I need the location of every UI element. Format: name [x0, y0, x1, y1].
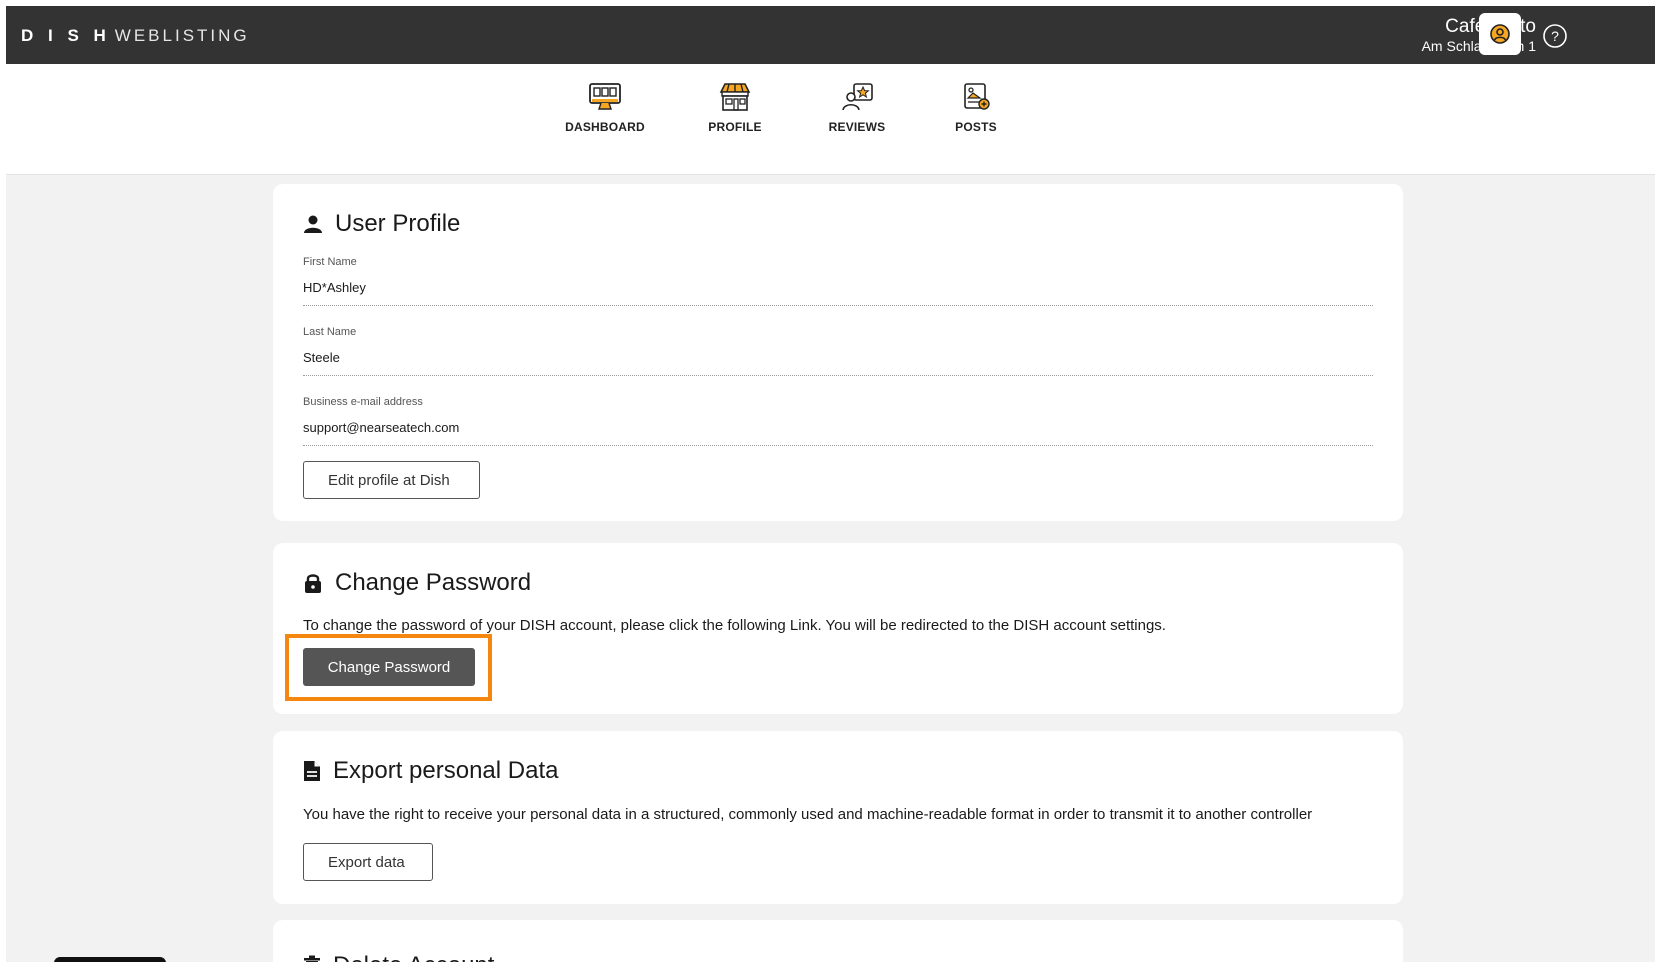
- last-name-label: Last Name: [303, 326, 357, 338]
- storefront-icon: [719, 83, 751, 111]
- brand-bold: D I S H: [21, 26, 111, 45]
- floating-widget[interactable]: [54, 957, 166, 962]
- export-data-card: Export personal Data You have the right …: [273, 731, 1403, 904]
- change-password-title: Change Password: [303, 569, 531, 597]
- delete-account-title: Delete Account: [303, 952, 494, 962]
- lock-icon: [305, 574, 321, 593]
- change-password-title-text: Change Password: [335, 569, 532, 596]
- brand-logo[interactable]: D I S H WEBLISTING: [21, 26, 250, 46]
- nav-dashboard-label: DASHBOARD: [565, 120, 645, 134]
- email-field: support@nearseatech.com: [303, 420, 1373, 446]
- nav-profile-label: PROFILE: [708, 120, 762, 134]
- document-icon: [304, 761, 320, 781]
- top-bar: D I S HWEBLISTING Cafe Porto Am Schlagba…: [6, 6, 1655, 64]
- export-data-title-text: Export personal Data: [333, 757, 559, 784]
- nav-posts-label: POSTS: [955, 120, 997, 134]
- change-password-button[interactable]: Change Password: [303, 648, 475, 686]
- first-name-label: First Name: [303, 256, 357, 268]
- post-add-icon: [964, 83, 990, 110]
- nav-profile[interactable]: PROFILE: [680, 82, 790, 134]
- nav-posts[interactable]: POSTS: [921, 82, 1031, 134]
- person-icon: [304, 215, 322, 233]
- delete-account-title-text: Delete Account: [333, 952, 494, 962]
- account-button[interactable]: [1479, 13, 1521, 55]
- trash-icon: [304, 955, 320, 962]
- edit-profile-button[interactable]: Edit profile at Dish: [303, 461, 480, 499]
- last-name-field: Steele: [303, 350, 1373, 376]
- nav-reviews-label: REVIEWS: [828, 120, 886, 134]
- user-circle-icon: [1490, 24, 1510, 44]
- question-circle-icon: ?: [1543, 24, 1567, 48]
- nav-reviews[interactable]: REVIEWS: [802, 82, 912, 134]
- export-data-button[interactable]: Export data: [303, 843, 433, 881]
- review-star-icon: [842, 83, 873, 111]
- brand-light: WEBLISTING: [114, 26, 250, 45]
- export-data-description: You have the right to receive your perso…: [303, 806, 1313, 823]
- user-profile-title: User Profile: [303, 210, 460, 238]
- delete-account-card: Delete Account: [273, 920, 1403, 962]
- monitor-icon: [589, 83, 621, 110]
- help-button[interactable]: ?: [1542, 23, 1568, 49]
- first-name-field: HD*Ashley: [303, 280, 1373, 306]
- export-data-title: Export personal Data: [303, 757, 558, 785]
- email-label: Business e-mail address: [303, 396, 423, 408]
- change-password-description: To change the password of your DISH acco…: [303, 617, 1166, 634]
- nav-dashboard[interactable]: DASHBOARD: [550, 82, 660, 134]
- user-profile-title-text: User Profile: [335, 210, 461, 237]
- app-frame: D I S HWEBLISTING Cafe Porto Am Schlagba…: [6, 6, 1655, 962]
- user-profile-card: User Profile First Name HD*Ashley Last N…: [273, 184, 1403, 521]
- main-nav: DASHBOARD PROFILE REVIEWS POSTS: [6, 64, 1655, 175]
- svg-text:?: ?: [1551, 28, 1559, 44]
